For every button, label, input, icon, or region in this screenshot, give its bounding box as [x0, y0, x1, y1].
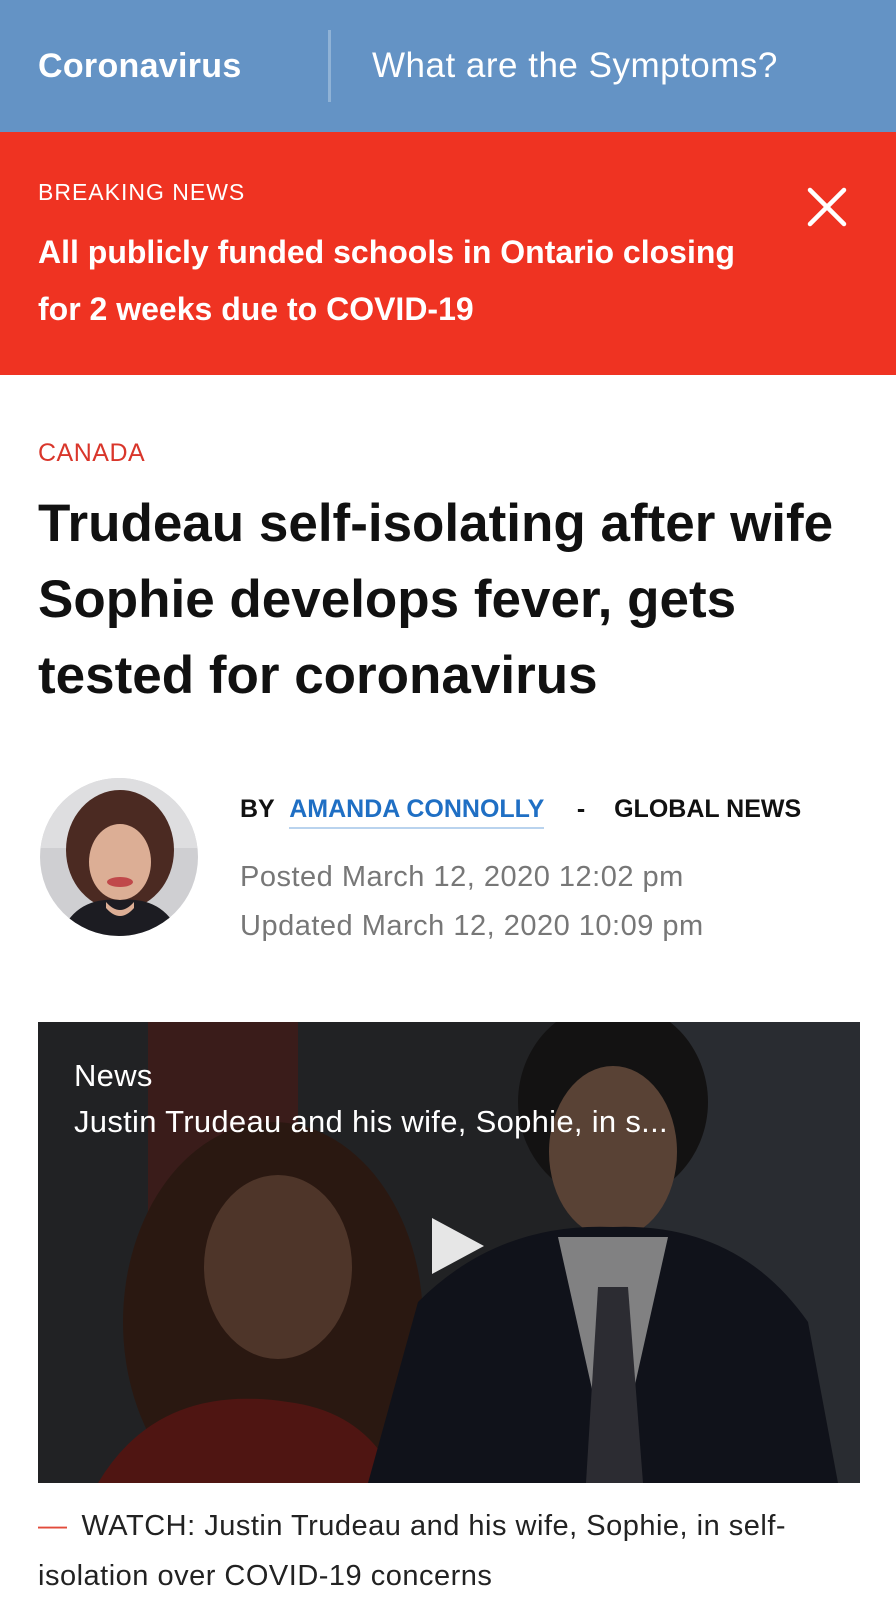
video-title: Justin Trudeau and his wife, Sophie, in …: [74, 1104, 668, 1139]
author-avatar-image: [40, 778, 198, 936]
byline-separator: -: [576, 795, 586, 823]
caption-text: WATCH: Justin Trudeau and his wife, Soph…: [38, 1510, 787, 1592]
updated-date: Updated March 12, 2020 10:09 pm: [240, 910, 704, 942]
author-link[interactable]: AMANDA CONNOLLY: [289, 795, 544, 829]
nav-tab-symptoms[interactable]: What are the Symptoms?: [331, 46, 778, 86]
breaking-news-kicker: BREAKING NEWS: [38, 179, 246, 205]
play-icon[interactable]: [428, 1218, 484, 1274]
video-player[interactable]: News Justin Trudeau and his wife, Sophie…: [38, 1022, 860, 1483]
video-source-label: News: [74, 1058, 153, 1093]
author-avatar[interactable]: [40, 778, 198, 936]
byline: BY AMANDA CONNOLLY - GLOBAL NEWS: [240, 795, 802, 829]
article-headline: Trudeau self-isolating after wife Sophie…: [38, 494, 834, 705]
breaking-news-banner[interactable]: BREAKING NEWS All publicly funded school…: [0, 132, 896, 375]
breaking-news-headline[interactable]: All publicly funded schools in Ontario c…: [38, 224, 738, 338]
byline-outlet: GLOBAL NEWS: [614, 795, 802, 823]
nav-tab-coronavirus[interactable]: Coronavirus: [0, 47, 328, 86]
article-category[interactable]: CANADA: [38, 439, 145, 468]
byline-prefix: BY: [240, 795, 275, 823]
caption-dash: —: [38, 1510, 68, 1542]
top-navigation: Coronavirus What are the Symptoms?: [0, 0, 896, 132]
article-dates: Posted March 12, 2020 12:02 pm Updated M…: [240, 853, 704, 951]
video-caption: — WATCH: Justin Trudeau and his wife, Sop…: [38, 1501, 868, 1601]
close-icon[interactable]: [804, 184, 850, 230]
posted-date: Posted March 12, 2020 12:02 pm: [240, 861, 684, 893]
